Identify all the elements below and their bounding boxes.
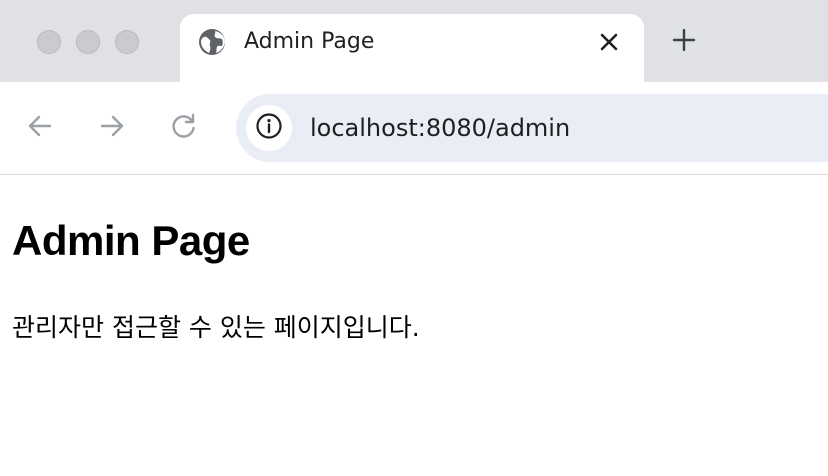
plus-icon: [672, 28, 696, 55]
info-icon: [255, 112, 283, 144]
tab-title: Admin Page: [244, 29, 375, 54]
tab-strip: Admin Page: [0, 0, 828, 82]
zoom-window-button[interactable]: [115, 30, 139, 54]
page-heading: Admin Page: [12, 217, 250, 264]
minimize-window-button[interactable]: [76, 30, 100, 54]
address-bar[interactable]: localhost:8080/admin: [236, 94, 828, 162]
tab-admin-page[interactable]: Admin Page: [180, 14, 644, 82]
arrow-right-icon: [98, 112, 126, 144]
url-text[interactable]: localhost:8080/admin: [310, 113, 570, 143]
globe-icon: [198, 28, 226, 56]
close-window-button[interactable]: [37, 30, 61, 54]
forward-button[interactable]: [96, 112, 128, 144]
reload-button[interactable]: [168, 112, 200, 144]
back-button[interactable]: [24, 112, 56, 144]
new-tab-button[interactable]: [664, 26, 704, 58]
reload-icon: [170, 112, 198, 144]
arrow-left-icon: [26, 112, 54, 144]
window-controls: [37, 30, 139, 54]
close-icon[interactable]: [594, 27, 624, 57]
browser-toolbar: localhost:8080/admin: [0, 82, 828, 175]
site-info-button[interactable]: [246, 105, 292, 151]
page-description: 관리자만 접근할 수 있는 페이지입니다.: [12, 313, 420, 342]
